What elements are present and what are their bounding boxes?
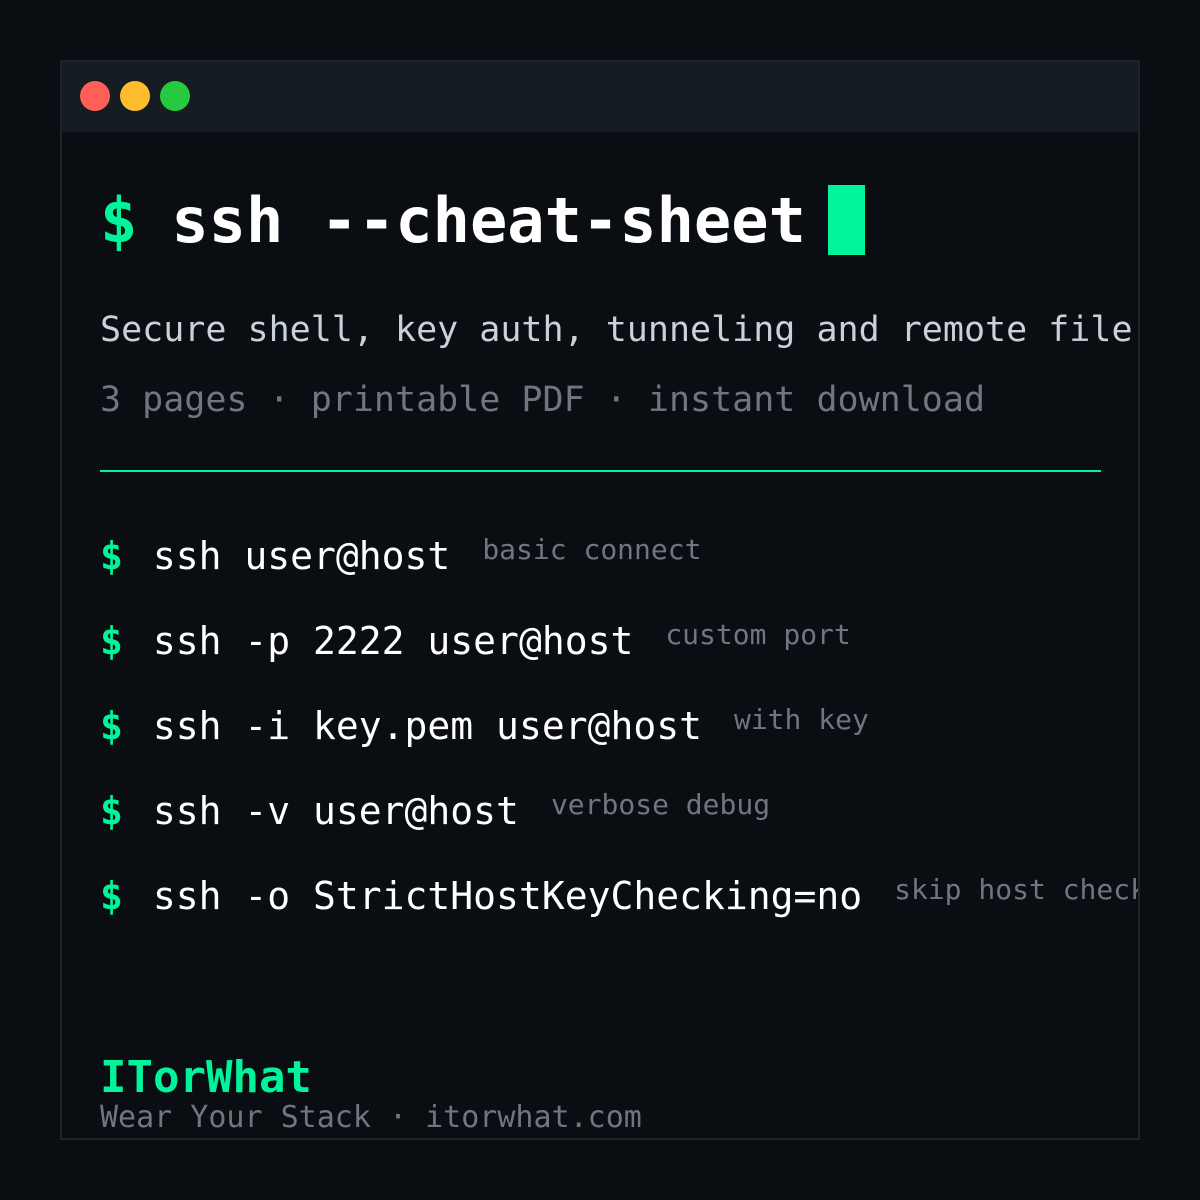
command-row: $ ssh -v user@host verbose debug — [100, 783, 1138, 868]
command-prompt-symbol: $ — [100, 534, 123, 578]
brand-tagline: Wear Your Stack · itorwhat.com — [100, 1100, 642, 1135]
close-window-button[interactable] — [80, 81, 110, 111]
command-row: $ ssh user@host basic connect — [100, 528, 1138, 613]
title-prompt-symbol: $ — [100, 183, 138, 257]
command-prompt-symbol: $ — [100, 789, 123, 833]
cursor-block-icon — [827, 185, 865, 255]
command-text: ssh user@host — [152, 534, 451, 578]
command-text: ssh -v user@host — [152, 789, 519, 833]
command-row: $ ssh -i key.pem user@host with key — [100, 698, 1138, 783]
command-prompt-symbol: $ — [100, 619, 123, 663]
divider — [100, 470, 1101, 472]
command-row: $ ssh -o StrictHostKeyChecking=no skip h… — [100, 868, 1140, 953]
maximize-window-button[interactable] — [160, 81, 190, 111]
command-text: ssh -o StrictHostKeyChecking=no — [152, 874, 863, 918]
command-prompt-symbol: $ — [100, 704, 123, 748]
command-note: custom port — [665, 618, 851, 651]
brand-name: ITorWhat — [100, 1052, 312, 1103]
subtitle: Secure shell, key auth, tunneling and re… — [100, 310, 1133, 350]
command-note: skip host check — [894, 873, 1140, 906]
product-meta: 3 pages · printable PDF · instant downlo… — [100, 380, 986, 420]
command-text: ssh -p 2222 user@host — [152, 619, 634, 663]
command-note: verbose debug — [550, 788, 771, 821]
command-text: ssh -i key.pem user@host — [152, 704, 702, 748]
command-list: $ ssh user@host basic connect $ ssh -p 2… — [100, 528, 1140, 953]
window-titlebar — [62, 62, 1138, 132]
terminal-window: $ ssh --cheat-sheet Secure shell, key au… — [60, 60, 1140, 1140]
command-note: with key — [733, 703, 869, 736]
title-command: ssh --cheat-sheet — [171, 183, 806, 257]
page-title: $ ssh --cheat-sheet — [100, 180, 865, 260]
command-prompt-symbol: $ — [100, 874, 123, 918]
minimize-window-button[interactable] — [120, 81, 150, 111]
command-note: basic connect — [482, 533, 702, 566]
command-row: $ ssh -p 2222 user@host custom port — [100, 613, 1138, 698]
